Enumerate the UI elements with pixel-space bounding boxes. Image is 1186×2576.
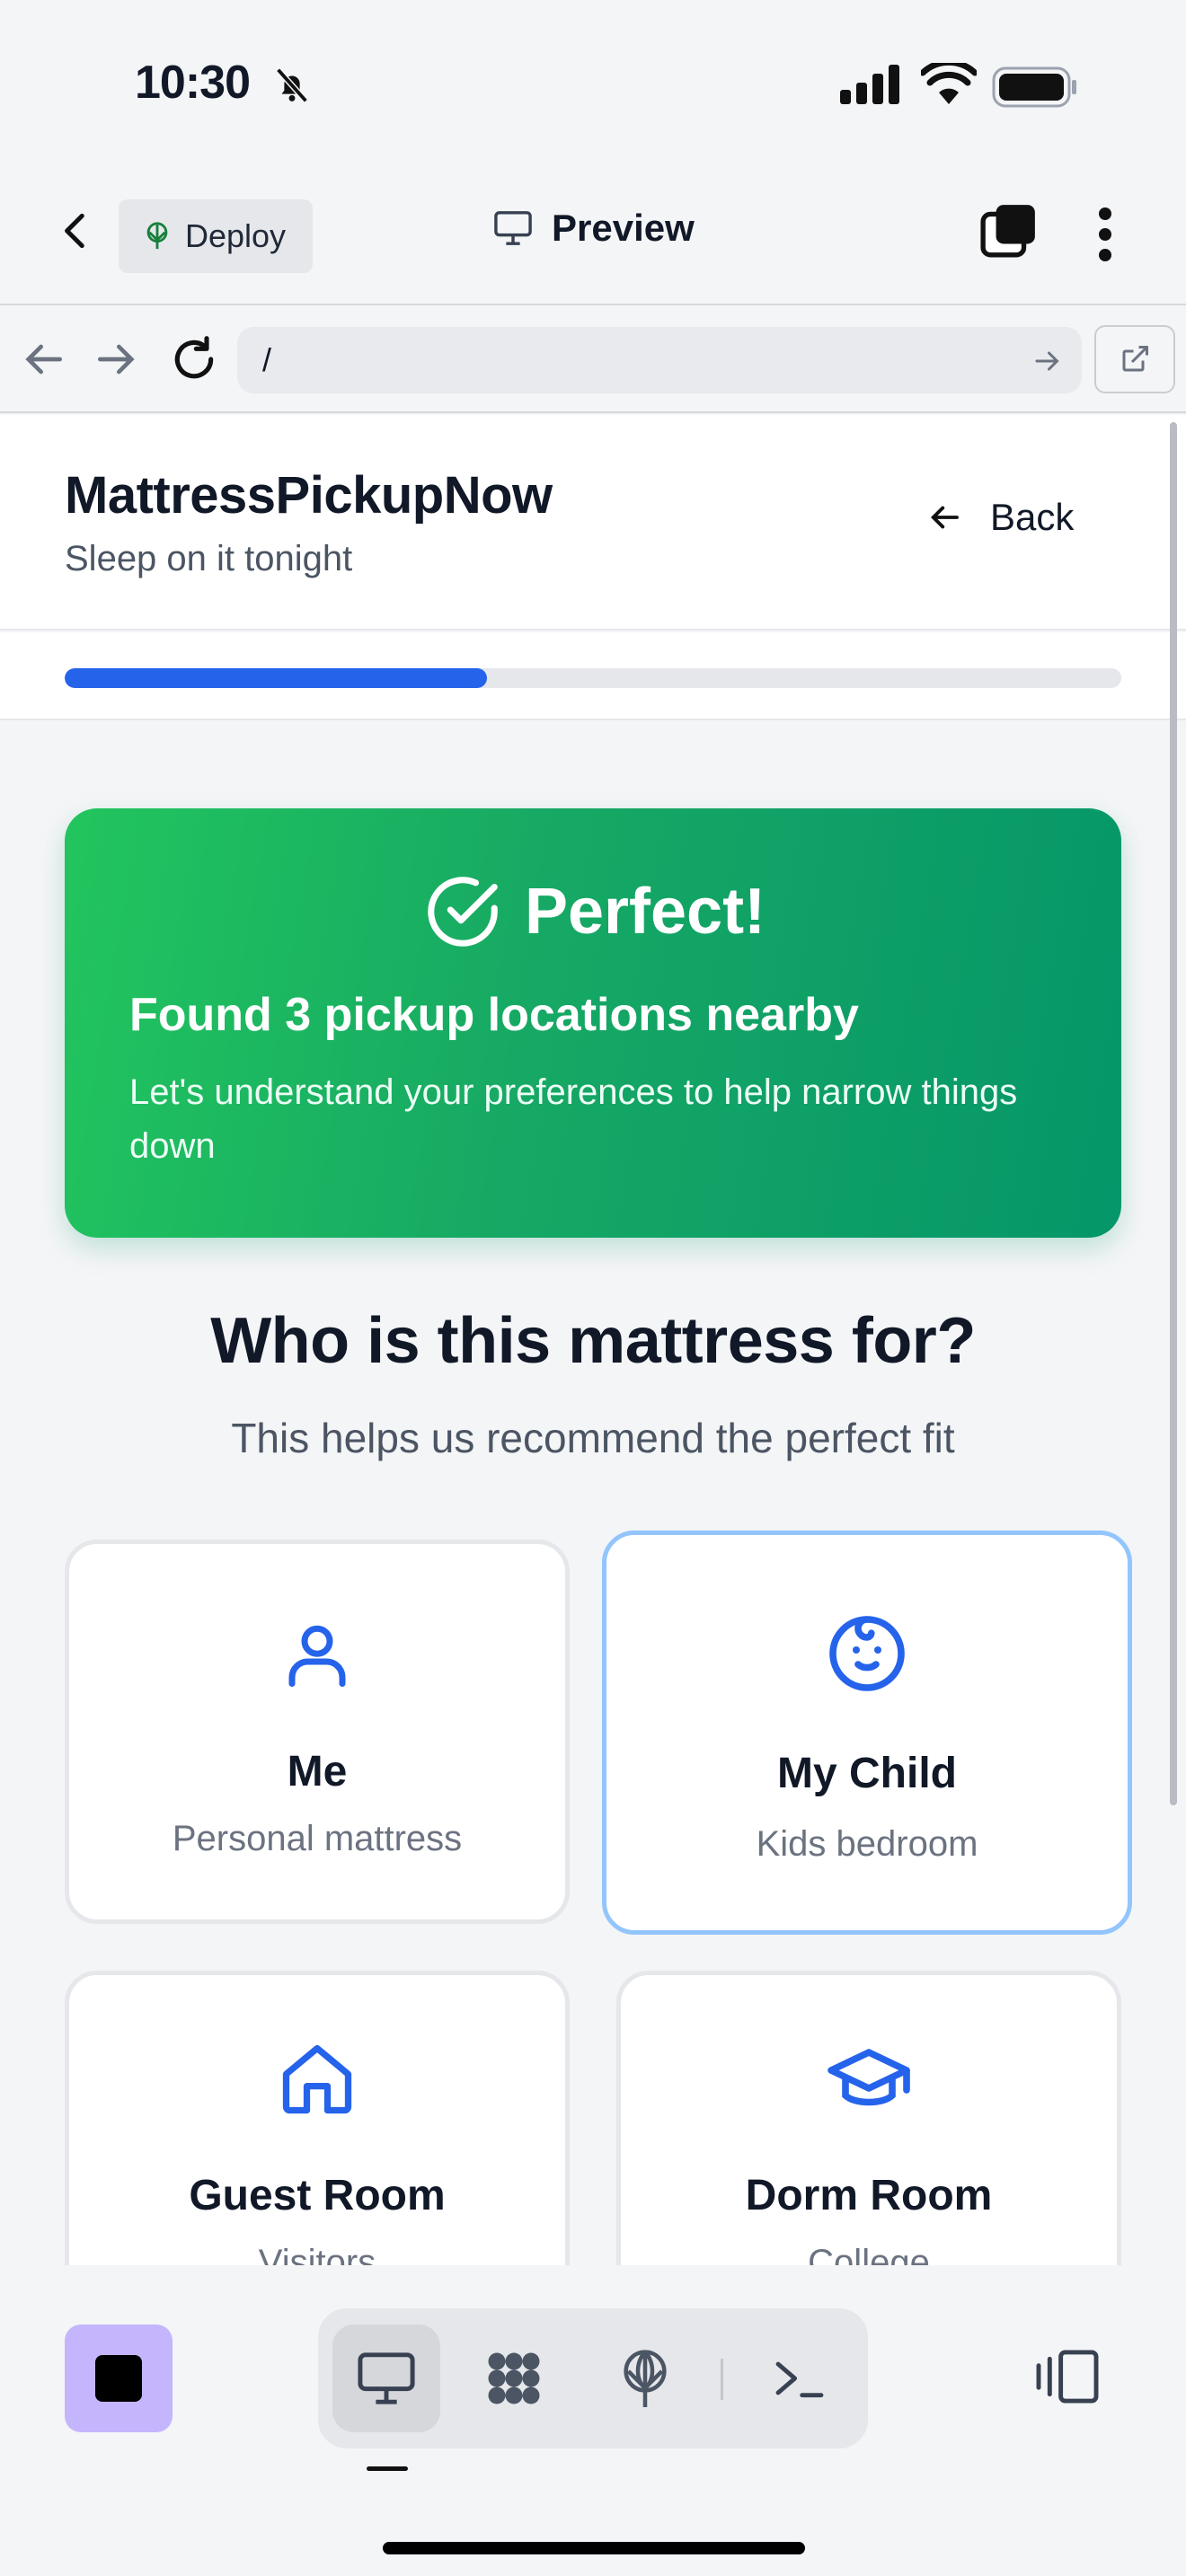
- app-toolbar: Deploy Preview: [0, 171, 1186, 305]
- tabs-icon[interactable]: [979, 201, 1039, 260]
- question-title: Who is this mattress for?: [210, 1305, 976, 1377]
- deploy-icon: [146, 222, 168, 250]
- webview: MattressPickupNow Sleep on it tonight Ba…: [0, 415, 1186, 2265]
- progress-area: [0, 632, 1186, 720]
- terminal-view-button[interactable]: [746, 2325, 854, 2432]
- apps-view-button[interactable]: [460, 2325, 568, 2432]
- deploy-view-button[interactable]: [591, 2325, 699, 2432]
- option-me[interactable]: Me Personal mattress: [65, 1539, 570, 1924]
- scrollbar[interactable]: [1170, 422, 1177, 1805]
- url-text: /: [262, 341, 272, 378]
- wifi-icon: [921, 63, 977, 104]
- terminal-icon: [775, 2361, 824, 2398]
- status-bar: 10:30: [0, 0, 1186, 171]
- option-sub: Kids bedroom: [756, 1824, 978, 1864]
- divider: [721, 2359, 723, 2400]
- site-header: MattressPickupNow Sleep on it tonight Ba…: [0, 415, 1186, 631]
- deploy-label: Deploy: [185, 217, 287, 254]
- option-sub: College: [808, 2243, 930, 2265]
- stop-icon: [95, 2355, 142, 2402]
- deploy-icon: [624, 2350, 667, 2407]
- cellular-signal-icon: [840, 65, 899, 104]
- baby-face-icon: [829, 1616, 905, 1691]
- option-label: Guest Room: [189, 2172, 446, 2219]
- graduation-cap-icon: [828, 2049, 910, 2106]
- arrow-left-icon[interactable]: [18, 334, 68, 384]
- option-sub: Personal mattress: [172, 1819, 463, 1858]
- app-tile-button[interactable]: [65, 2325, 173, 2432]
- arrow-right-icon[interactable]: [92, 334, 142, 384]
- check-circle-icon: [428, 877, 498, 947]
- success-title: Found 3 pickup locations nearby: [129, 989, 859, 1041]
- option-sub: Visitors: [258, 2243, 376, 2265]
- question-subtitle: This helps us recommend the perfect fit: [231, 1415, 955, 1461]
- option-label: My Child: [777, 1750, 957, 1797]
- panel-toggle-icon[interactable]: [1033, 2348, 1102, 2405]
- home-indicator[interactable]: [383, 2542, 805, 2554]
- progress-bar: [65, 668, 1121, 688]
- bottom-dock: [0, 2265, 1186, 2576]
- deploy-button[interactable]: Deploy: [119, 199, 313, 273]
- url-input[interactable]: /: [237, 327, 1082, 393]
- browser-bar: /: [0, 307, 1186, 413]
- monitor-icon: [494, 211, 532, 245]
- status-time: 10:30: [135, 57, 251, 109]
- bell-slash-icon: [276, 67, 308, 103]
- open-external-icon: [1122, 346, 1148, 372]
- preview-label: Preview: [552, 207, 695, 249]
- more-vertical-icon[interactable]: [1087, 205, 1123, 264]
- user-icon: [288, 1625, 346, 1687]
- option-dorm-room[interactable]: Dorm Room College: [616, 1971, 1121, 2265]
- apps-grid-icon: [488, 2352, 540, 2404]
- go-arrow-icon[interactable]: [1031, 345, 1064, 377]
- site-tagline: Sleep on it tonight: [65, 539, 353, 578]
- open-external-button[interactable]: [1094, 325, 1175, 393]
- preview-tab[interactable]: Preview: [492, 207, 695, 250]
- site-title: MattressPickupNow: [65, 466, 553, 525]
- option-guest-room[interactable]: Guest Room Visitors: [65, 1971, 570, 2265]
- success-banner: Perfect! Found 3 pickup locations nearby…: [65, 808, 1121, 1238]
- success-body: Let's understand your preferences to hel…: [129, 1072, 1018, 1166]
- chevron-left-icon[interactable]: [54, 208, 99, 253]
- success-heading-text: Perfect!: [524, 876, 766, 948]
- arrow-left-icon: [931, 506, 959, 529]
- progress-fill: [65, 668, 488, 688]
- success-heading: Perfect!: [65, 869, 1121, 954]
- battery-icon: [992, 66, 1076, 108]
- desktop-view-button[interactable]: [332, 2325, 440, 2432]
- active-indicator: [367, 2466, 408, 2471]
- back-button[interactable]: Back: [925, 496, 1074, 539]
- view-switcher: [318, 2308, 868, 2448]
- back-label: Back: [990, 496, 1075, 538]
- reload-icon[interactable]: [169, 334, 219, 384]
- option-label: Dorm Room: [745, 2172, 993, 2219]
- option-label: Me: [287, 1748, 348, 1795]
- desktop-icon: [358, 2352, 415, 2404]
- home-icon: [282, 2044, 352, 2114]
- option-my-child[interactable]: My Child Kids bedroom: [602, 1531, 1132, 1935]
